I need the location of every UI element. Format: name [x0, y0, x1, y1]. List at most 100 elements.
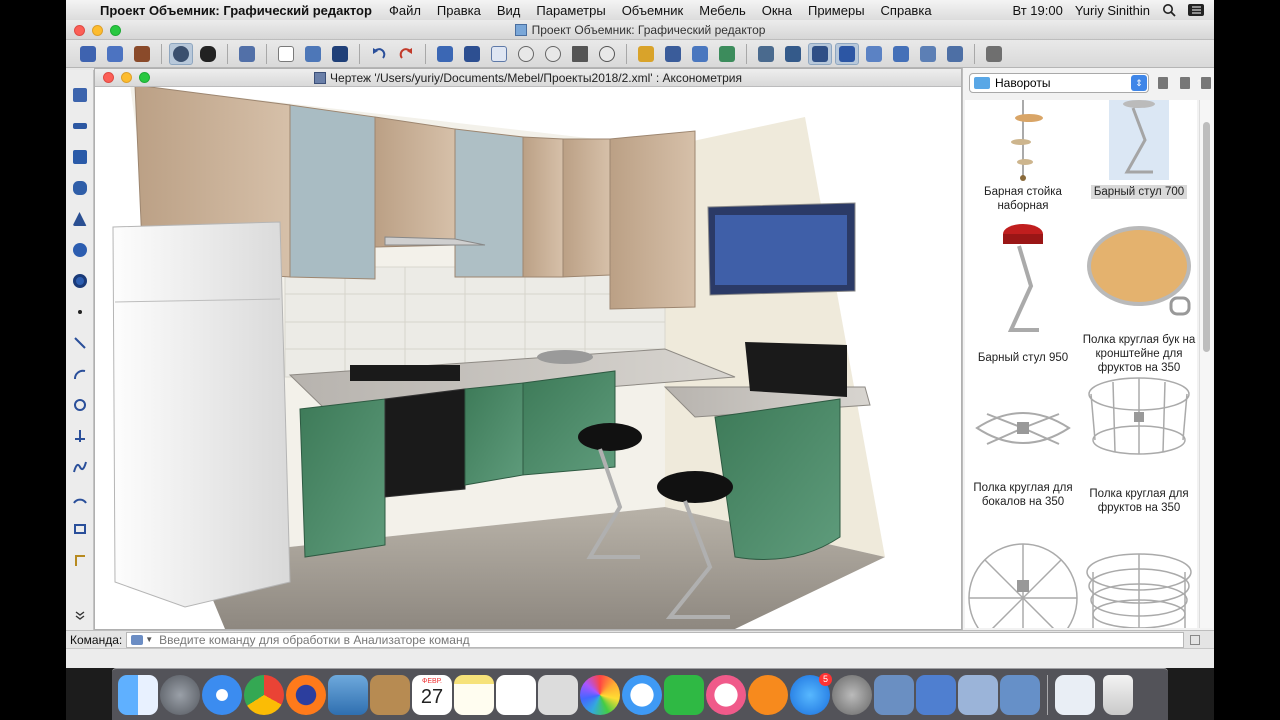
tool-shelf-button[interactable] — [69, 115, 91, 137]
tool-box-button[interactable] — [69, 146, 91, 168]
tool-more-button[interactable] — [69, 604, 91, 626]
trash-icon[interactable] — [1103, 674, 1133, 715]
tool-point-button[interactable] — [69, 301, 91, 323]
zoom-icon[interactable] — [110, 25, 121, 36]
tool-curve-button[interactable] — [69, 487, 91, 509]
toolbar-home-button[interactable] — [715, 43, 739, 65]
menu-examples[interactable]: Примеры — [800, 3, 873, 18]
contacts-icon[interactable] — [370, 674, 410, 715]
toolbar-undo-button[interactable] — [367, 43, 391, 65]
tool-line-button[interactable] — [69, 332, 91, 354]
library-item[interactable] — [965, 542, 1081, 628]
tool-sphere-button[interactable] — [69, 239, 91, 261]
menu-app-name[interactable]: Проект Объемник: Графический редактор — [96, 3, 381, 18]
minimize-icon[interactable] — [121, 72, 132, 83]
toolbar-fit-button[interactable] — [487, 43, 511, 65]
library-item[interactable]: Барная стойка наборная — [965, 100, 1081, 213]
toolbar-cube-layers-button[interactable] — [103, 43, 127, 65]
close-icon[interactable] — [103, 72, 114, 83]
toolbar-rotate-button[interactable] — [595, 43, 619, 65]
ibooks-icon[interactable] — [748, 674, 788, 715]
library-item[interactable]: Полка круглая для бокалов на 350 — [965, 388, 1081, 509]
chevron-down-icon[interactable]: ▼ — [145, 635, 153, 644]
menu-help[interactable]: Справка — [873, 3, 940, 18]
toolbar-cube-blue-button[interactable] — [76, 43, 100, 65]
tool-circle-button[interactable] — [69, 394, 91, 416]
tool-cylinder-button[interactable] — [69, 177, 91, 199]
itunes-icon[interactable] — [706, 674, 746, 715]
chrome-icon[interactable] — [244, 674, 284, 715]
menu-view[interactable]: Вид — [489, 3, 529, 18]
menu-edit[interactable]: Правка — [429, 3, 489, 18]
library-settings-button[interactable] — [1155, 74, 1171, 92]
downloads-icon[interactable] — [1055, 674, 1095, 715]
calendar-icon[interactable]: ФЕВР. 27 — [412, 674, 452, 715]
toolbar-save-button[interactable] — [328, 43, 352, 65]
library-scrollbar[interactable] — [1199, 100, 1213, 628]
toolbar-camera-button[interactable] — [196, 43, 220, 65]
drawing-titlebar[interactable]: Чертеж '/Users/yuriy/Documents/Mebel/Про… — [95, 69, 961, 87]
library-menu-button[interactable] — [1198, 74, 1214, 92]
toolbar-snap-button[interactable] — [835, 42, 859, 65]
firefox-icon[interactable] — [286, 674, 326, 715]
toolbar-window-button[interactable] — [433, 43, 457, 65]
toolbar-new-button[interactable] — [274, 43, 298, 65]
finder-icon[interactable] — [118, 674, 158, 715]
library-item[interactable]: Полка круглая бук на кронштейне для фрук… — [1081, 220, 1197, 375]
archive-utility-icon[interactable] — [958, 674, 998, 715]
photos-icon[interactable] — [580, 674, 620, 715]
preview-photo-icon[interactable] — [328, 674, 368, 715]
toolbar-properties-button[interactable] — [982, 43, 1006, 65]
system-preferences-icon[interactable] — [832, 674, 872, 715]
library-item[interactable]: Барный стул 950 — [965, 220, 1081, 365]
toolbar-view-side-button[interactable] — [781, 43, 805, 65]
toolbar-view-iso-button[interactable] — [754, 43, 778, 65]
kitchen-3d-viewport[interactable] — [95, 87, 961, 629]
menu-file[interactable]: Файл — [381, 3, 429, 18]
toolbar-pan-button[interactable] — [568, 43, 592, 65]
zoom-icon[interactable] — [139, 72, 150, 83]
user-name[interactable]: Yuriy Sinithin — [1075, 3, 1150, 18]
menu-obemnik[interactable]: Объемник — [614, 3, 692, 18]
toolbar-zoom-out-button[interactable] — [541, 43, 565, 65]
toolbar-cube-brown-button[interactable] — [130, 43, 154, 65]
tool-torus-button[interactable] — [69, 270, 91, 292]
library-item[interactable]: Полка круглая для фруктов на 350 — [1081, 370, 1197, 515]
tool-axis-button[interactable] — [69, 425, 91, 447]
launchpad-icon[interactable] — [160, 674, 200, 715]
xcode-tool-icon[interactable] — [1000, 674, 1040, 715]
toolbar-paint-button[interactable] — [634, 43, 658, 65]
toolbar-print-button[interactable] — [301, 43, 325, 65]
menu-furniture[interactable]: Мебель — [691, 3, 754, 18]
safari-icon[interactable] — [202, 674, 242, 715]
menu-list-icon[interactable] — [1188, 4, 1204, 16]
library-category-select[interactable]: Навороты ⇕ — [969, 73, 1150, 93]
messages-icon[interactable] — [622, 674, 662, 715]
toolbar-align-button[interactable] — [862, 43, 886, 65]
toolbar-box-button[interactable] — [460, 43, 484, 65]
toolbar-distribute-button[interactable] — [889, 43, 913, 65]
window-titlebar[interactable]: Проект Объемник: Графический редактор — [66, 20, 1214, 40]
close-icon[interactable] — [74, 25, 85, 36]
reminders-icon[interactable] — [496, 674, 536, 715]
search-icon[interactable] — [1162, 3, 1176, 17]
menu-parameters[interactable]: Параметры — [528, 3, 613, 18]
toolbar-shape-button[interactable] — [235, 43, 259, 65]
toolbar-text-button[interactable] — [661, 43, 685, 65]
toolbar-view-3d-button[interactable] — [808, 42, 832, 65]
command-input[interactable]: ▼ Введите команду для обработки в Анализ… — [126, 631, 1185, 648]
command-resize-icon[interactable] — [1190, 634, 1201, 645]
tool-cone-button[interactable] — [69, 208, 91, 230]
toolbar-render-button[interactable] — [169, 42, 193, 65]
tool-panel-button[interactable] — [69, 84, 91, 106]
toolbar-mirror-button[interactable] — [916, 43, 940, 65]
toolbar-grid-button[interactable] — [688, 43, 712, 65]
image-capture-icon[interactable] — [874, 674, 914, 715]
photo-slideshow-icon[interactable] — [538, 674, 578, 715]
keynote-icon[interactable] — [916, 674, 956, 715]
toolbar-redo-button[interactable] — [394, 43, 418, 65]
notes-icon[interactable] — [454, 674, 494, 715]
toolbar-array-button[interactable] — [943, 43, 967, 65]
library-filter-button[interactable] — [1177, 74, 1193, 92]
tool-angle-button[interactable] — [69, 549, 91, 571]
